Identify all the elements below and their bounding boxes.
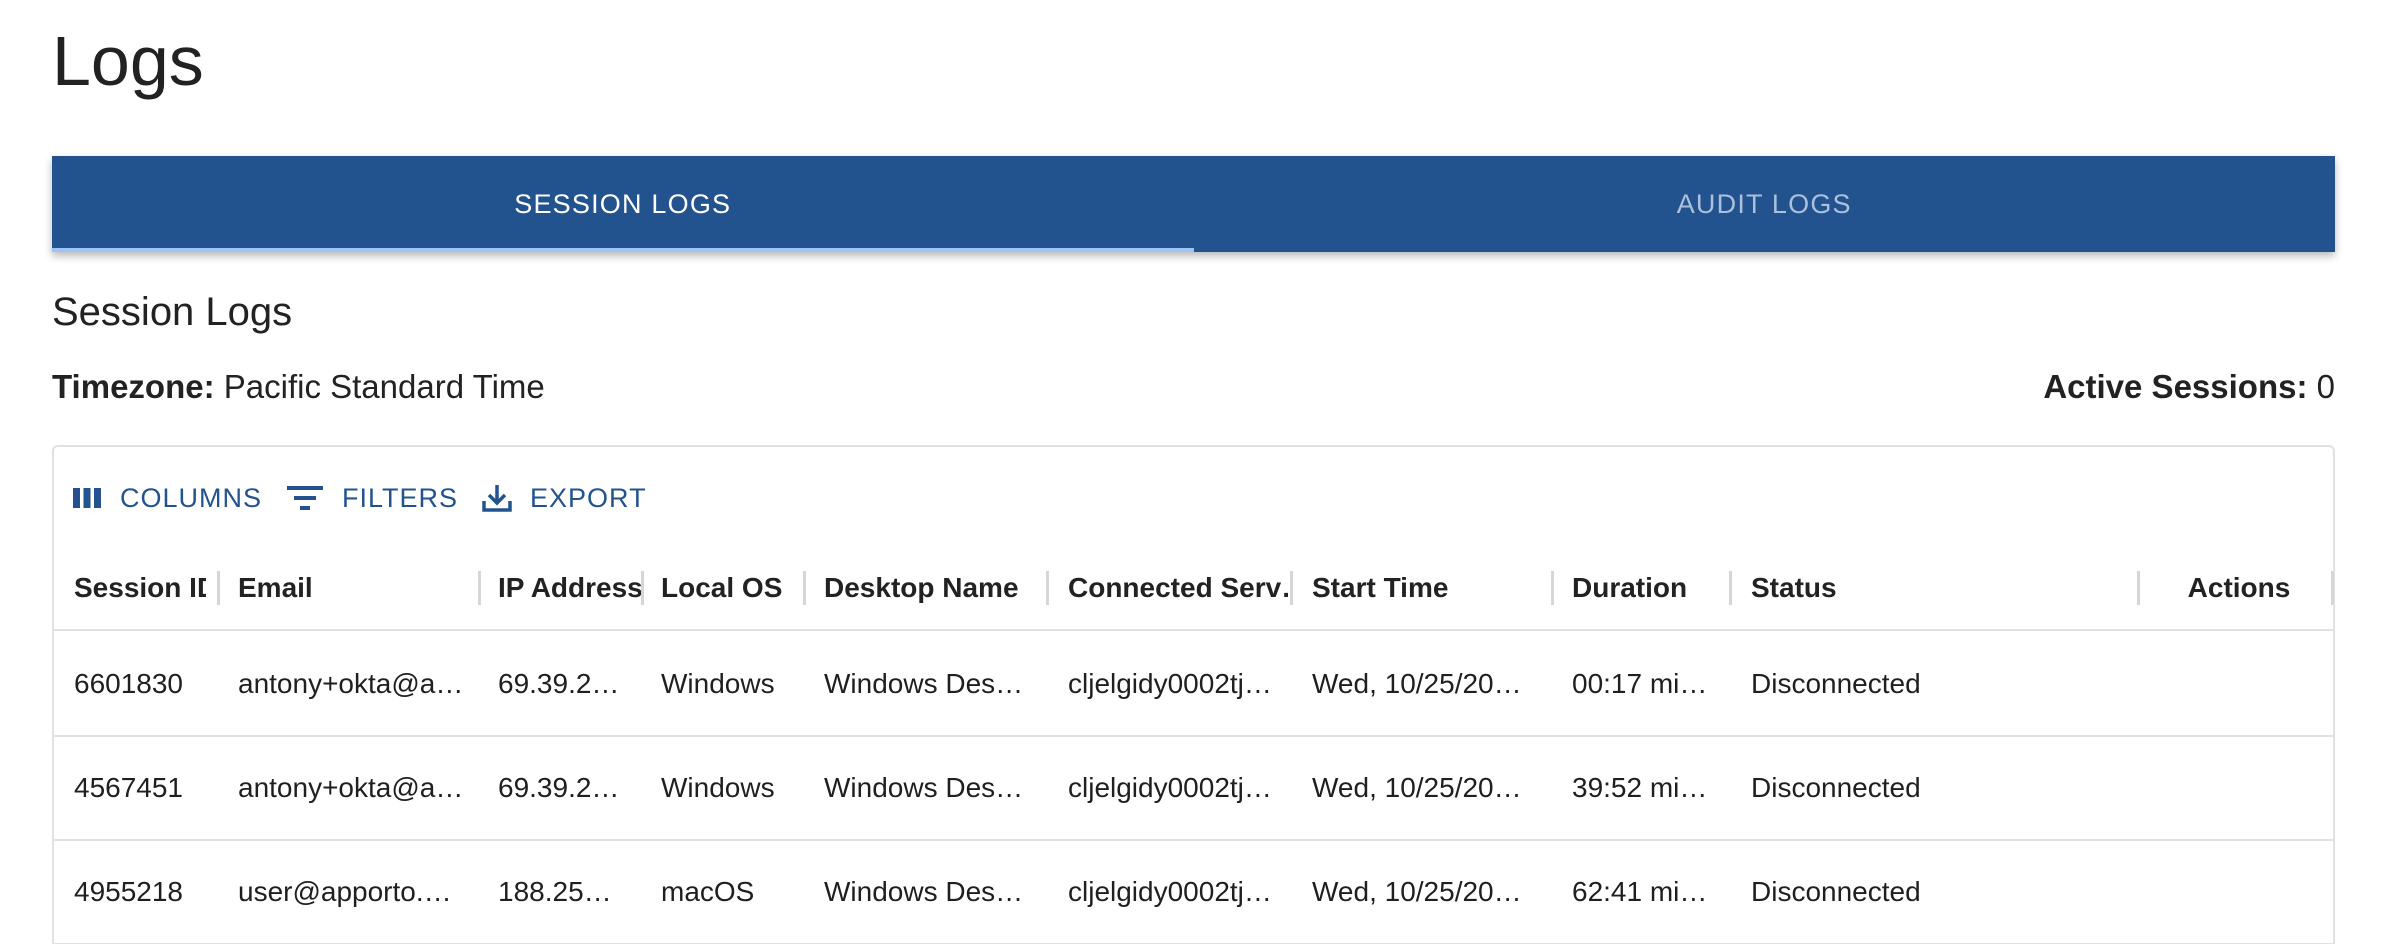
cell-actions	[2154, 841, 2324, 943]
cell-start-time: Wed, 10/25/20…	[1312, 876, 1522, 907]
cell-status: Disconnected	[1751, 772, 1921, 803]
grid-toolbar: COLUMNS FILTERS EXPORT	[72, 473, 671, 523]
column-separator[interactable]	[1290, 571, 1293, 605]
cell-actions	[2154, 737, 2324, 839]
column-header-email[interactable]: Email	[238, 547, 478, 629]
tab-session-logs[interactable]: SESSION LOGS	[52, 156, 1194, 252]
column-separator[interactable]	[217, 571, 220, 605]
active-sessions-count: 0	[2316, 368, 2335, 405]
timezone-info: Timezone: Pacific Standard Time	[52, 368, 545, 406]
column-separator[interactable]	[1046, 571, 1049, 605]
column-header-local-os[interactable]: Local OS	[661, 547, 801, 629]
table-row[interactable]: 4955218 user@apporto.… 188.25… macOS Win…	[54, 841, 2333, 944]
timezone-label: Timezone:	[52, 368, 215, 405]
cell-duration: 62:41 mi…	[1572, 876, 1708, 907]
cell-session-id: 4955218	[74, 876, 184, 907]
cell-session-id: 4567451	[74, 772, 184, 803]
filters-label: FILTERS	[342, 482, 459, 513]
column-separator[interactable]	[2331, 571, 2334, 605]
download-icon	[482, 483, 512, 513]
cell-session-id: 6601830	[74, 668, 184, 699]
cell-ip-address: 69.39.2…	[498, 772, 620, 803]
column-header-connected-server[interactable]: Connected Serv…	[1068, 547, 1288, 629]
column-separator[interactable]	[803, 571, 806, 605]
columns-label: COLUMNS	[120, 482, 263, 513]
cell-desktop-name: Windows Des…	[824, 668, 1024, 699]
cell-start-time: Wed, 10/25/20…	[1312, 668, 1522, 699]
column-header-ip-address[interactable]: IP Address	[498, 547, 644, 629]
active-sessions-label: Active Sessions:	[2043, 368, 2308, 405]
timezone-value: Pacific Standard Time	[223, 368, 545, 405]
cell-connected-server: cljelgidy0002tj…	[1068, 772, 1272, 803]
active-sessions-info: Active Sessions: 0	[2043, 368, 2335, 406]
cell-ip-address: 188.25…	[498, 876, 612, 907]
logs-tabs: SESSION LOGS AUDIT LOGS	[52, 156, 2335, 252]
session-logs-grid: COLUMNS FILTERS EXPORT Session ID Email …	[52, 445, 2335, 944]
column-header-actions: Actions	[2187, 572, 2291, 603]
cell-connected-server: cljelgidy0002tj…	[1068, 668, 1272, 699]
cell-connected-server: cljelgidy0002tj…	[1068, 876, 1272, 907]
cell-desktop-name: Windows Des…	[824, 772, 1024, 803]
column-separator[interactable]	[1551, 571, 1554, 605]
cell-status: Disconnected	[1751, 668, 1921, 699]
column-header-start-time[interactable]: Start Time	[1312, 547, 1542, 629]
column-header-desktop-name[interactable]: Desktop Name	[824, 547, 1044, 629]
column-separator[interactable]	[478, 571, 481, 605]
cell-status: Disconnected	[1751, 876, 1921, 907]
cell-email: antony+okta@a…	[238, 668, 464, 699]
cell-ip-address: 69.39.2…	[498, 668, 620, 699]
cell-local-os: macOS	[661, 876, 755, 907]
view-column-icon	[72, 486, 102, 510]
cell-email: antony+okta@a…	[238, 772, 464, 803]
cell-local-os: Windows	[661, 772, 775, 803]
section-title: Session Logs	[52, 290, 293, 334]
cell-local-os: Windows	[661, 668, 775, 699]
table-row[interactable]: 6601830 antony+okta@a… 69.39.2… Windows …	[54, 633, 2333, 737]
column-separator[interactable]	[1729, 571, 1732, 605]
table-row[interactable]: 4567451 antony+okta@a… 69.39.2… Windows …	[54, 737, 2333, 841]
page-title: Logs	[52, 22, 204, 100]
table-header: Session ID Email IP Address Local OS Des…	[54, 547, 2334, 631]
cell-email: user@apporto.…	[238, 876, 452, 907]
filters-button[interactable]: FILTERS	[286, 483, 458, 514]
cell-start-time: Wed, 10/25/20…	[1312, 772, 1522, 803]
filter-list-icon	[286, 483, 324, 513]
column-header-status[interactable]: Status	[1751, 547, 2131, 629]
column-header-session-id[interactable]: Session ID	[74, 547, 206, 629]
columns-button[interactable]: COLUMNS	[72, 483, 262, 514]
export-label: EXPORT	[530, 482, 647, 513]
tab-audit-logs[interactable]: AUDIT LOGS	[1194, 156, 2336, 252]
cell-duration: 00:17 mi…	[1572, 668, 1708, 699]
column-separator[interactable]	[641, 571, 644, 605]
column-separator[interactable]	[2137, 571, 2140, 605]
cell-duration: 39:52 mi…	[1572, 772, 1708, 803]
logs-page: Logs SESSION LOGS AUDIT LOGS Session Log…	[0, 0, 2392, 944]
cell-actions	[2154, 633, 2324, 735]
export-button[interactable]: EXPORT	[482, 483, 647, 514]
cell-desktop-name: Windows Des…	[824, 876, 1024, 907]
column-header-duration[interactable]: Duration	[1572, 547, 1732, 629]
